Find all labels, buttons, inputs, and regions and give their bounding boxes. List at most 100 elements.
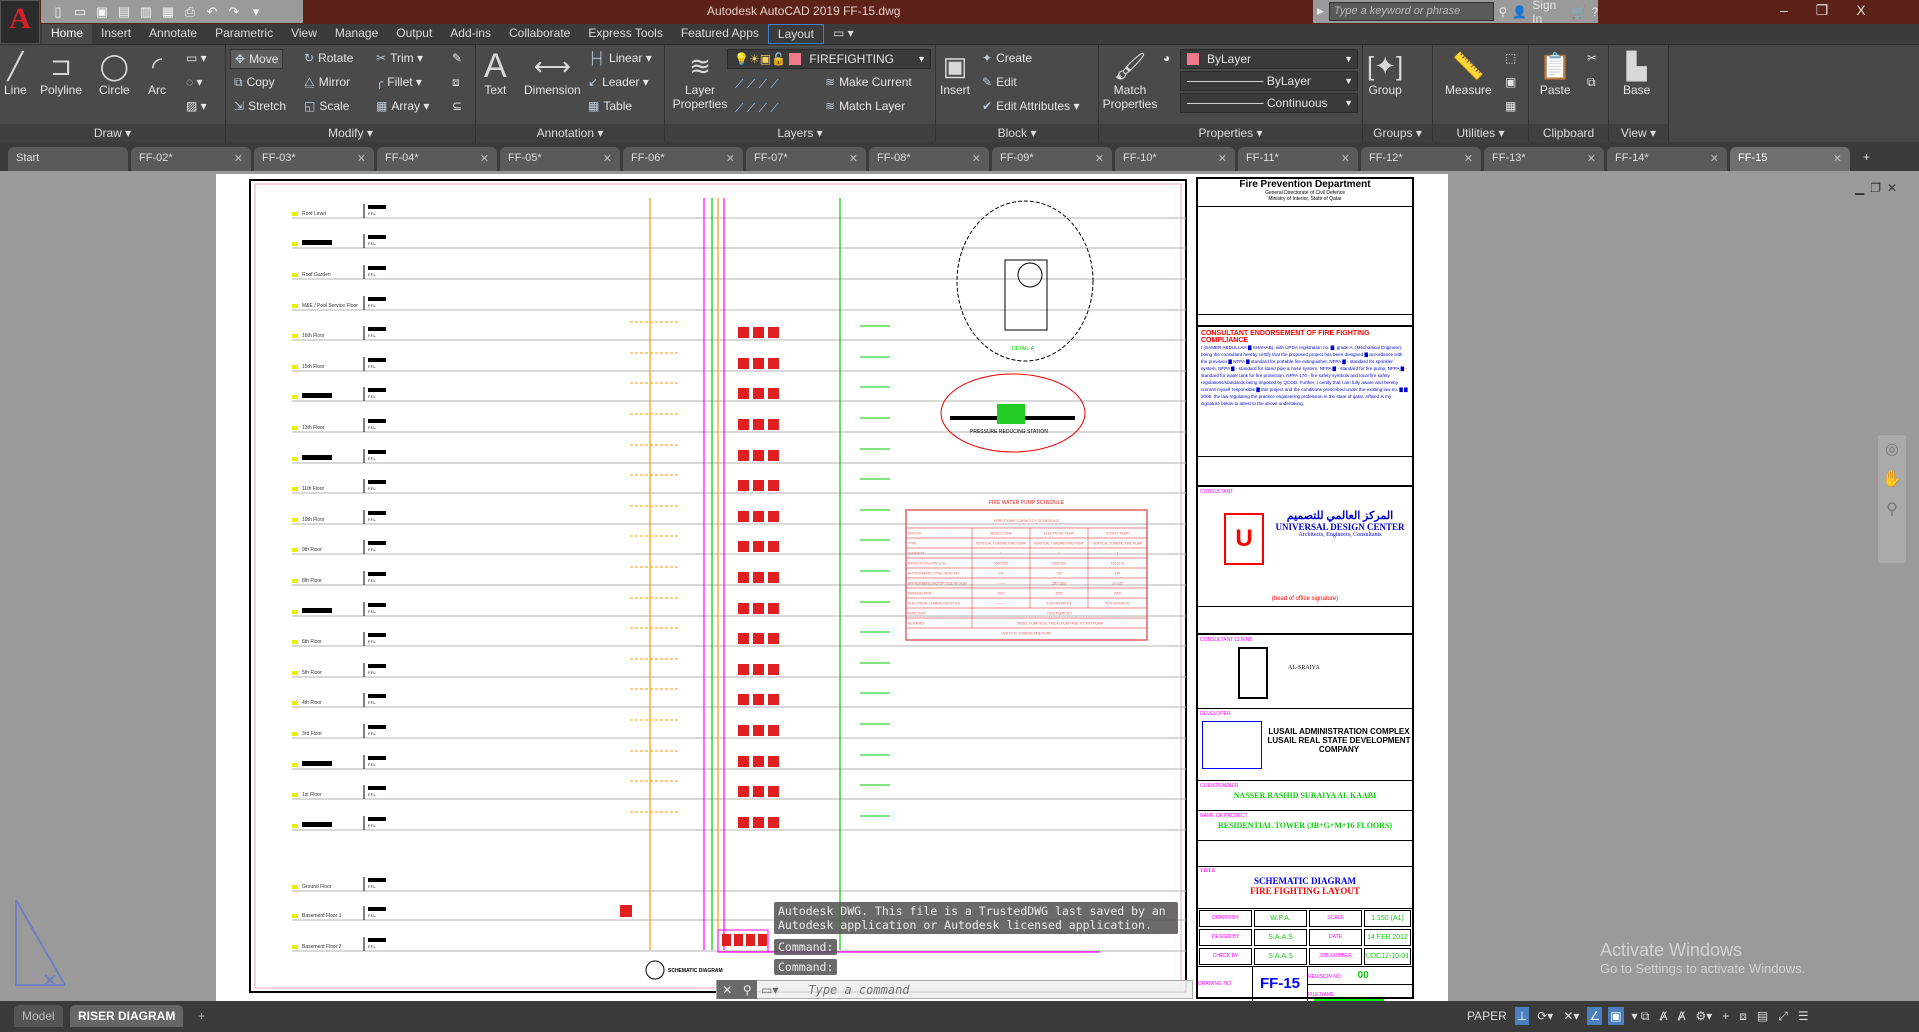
grid-value: 14 FEB 2012 — [1364, 929, 1411, 946]
ffl-label: F.F.L. — [368, 365, 376, 369]
viewport-minimize-button[interactable]: ▁ — [1855, 181, 1864, 195]
grid-label: SCALE — [1309, 910, 1362, 927]
fire-hose-cabinet — [768, 817, 779, 828]
tab-riser-diagram[interactable]: RISER DIAGRAM — [70, 1005, 184, 1027]
grid-value: W.P.A. — [1254, 910, 1307, 927]
floor-label: 11th Floor — [302, 486, 324, 492]
annotation-visibility-icon[interactable]: Ⱥ — [1675, 1007, 1687, 1025]
schedule-cell: DIESEL PUMP — [990, 532, 1013, 536]
title-block: Fire Prevention Department General Direc… — [1196, 177, 1414, 1006]
isolate-icon[interactable]: ⧈ — [1737, 1007, 1749, 1026]
schedule-cell: VERTICAL TURBINE FIRE PUMP — [1092, 542, 1143, 546]
fire-hose-cabinet — [738, 603, 749, 614]
grid-icon[interactable]: ⊥ — [1514, 1007, 1530, 1025]
elevation-value — [368, 633, 386, 637]
fire-hose-cabinet — [753, 511, 764, 522]
command-prompt-icon[interactable]: ▭▾ — [761, 983, 778, 997]
navigation-bar[interactable]: ◎ ✋ ⚲ — [1877, 434, 1907, 564]
customization-menu-icon[interactable]: ☰ — [1796, 1007, 1811, 1025]
elevation-value — [368, 388, 386, 392]
level-marker-icon — [292, 671, 298, 675]
level-marker-icon — [292, 212, 298, 216]
ffl-label: F.F.L. — [368, 579, 376, 583]
tab-model[interactable]: Model — [14, 1005, 63, 1027]
floor-label-redacted — [302, 822, 332, 827]
detail-label: DETAIL-A — [1012, 346, 1035, 352]
schedule-cell: VERTICAL TURBINE FIRE PUMP — [1034, 542, 1085, 546]
level-marker-icon — [292, 763, 298, 767]
schedule-cell: 20 (15) — [1112, 582, 1122, 586]
elevation-value — [368, 572, 386, 576]
fire-hose-cabinet — [753, 327, 764, 338]
elevation-value — [368, 664, 386, 668]
polar-icon[interactable]: ∠ — [1587, 1007, 1603, 1025]
fire-hose-cabinet — [768, 572, 779, 583]
schematic-label: SCHEMATIC DIAGRAM — [668, 968, 723, 974]
floor-label: Ground Floor — [302, 884, 332, 890]
level-marker-icon — [292, 273, 298, 277]
customize-command-icon[interactable]: ⚲ — [743, 983, 752, 997]
schedule-cell: 2950 — [1055, 592, 1063, 596]
elevation-value — [368, 907, 386, 911]
workspace-gear-icon[interactable]: ⚙▾ — [1693, 1007, 1714, 1025]
level-marker-icon — [292, 824, 298, 828]
pan-icon[interactable]: ✋ — [1878, 465, 1906, 495]
grid-value: S.A.A.S — [1254, 948, 1307, 965]
osnap-icon[interactable]: ▣ — [1608, 1007, 1624, 1025]
schedule-cell: 1500 (95) — [1052, 562, 1066, 566]
elevation-value — [368, 511, 386, 515]
udc-logo: U — [1224, 513, 1264, 565]
zoom-icon[interactable]: ⚲ — [1878, 495, 1906, 525]
schedule-cell: TYPE — [908, 542, 917, 546]
ucs-icon — [15, 899, 66, 986]
viewport-controls: ▁ ❐ ✕ — [1855, 181, 1897, 195]
project-name: RESIDENTIAL TOWER (3B+G+M+16 FLOORS) — [1217, 821, 1393, 830]
grid-label: DESIGN BY — [1199, 929, 1252, 946]
drawing-title-2: FIRE FIGHTING LAYOUT — [1250, 886, 1360, 896]
paper-space-toggle[interactable]: PAPER — [1465, 1007, 1509, 1025]
revision-number: 00 — [1357, 970, 1369, 981]
viewport-restore-button[interactable]: ❐ — [1870, 181, 1881, 195]
fire-hose-cabinet — [768, 664, 779, 675]
steering-wheel-icon[interactable]: ◎ — [1878, 435, 1906, 465]
level-marker-icon — [292, 579, 298, 583]
ffl-label: F.F.L. — [368, 732, 376, 736]
client-logo — [1238, 647, 1268, 699]
elevation-value — [368, 694, 386, 698]
floor-label: Basement Floor 2 — [302, 944, 342, 950]
schedule-cell: 1500 (95) — [994, 562, 1008, 566]
viewport-close-button[interactable]: ✕ — [1887, 181, 1897, 195]
fire-hose-cabinet — [768, 419, 779, 430]
status-bar: PAPER ⊥ ⟳▾ ✕▾ ∠ ▣ ▾ ⧉ Ⱥ Ⱥ ⚙▾ + ⧈ ▤ ⤢ ☰ — [1465, 1004, 1811, 1028]
otrack-icon[interactable]: ▾ ⧉ — [1630, 1007, 1652, 1026]
fire-hose-cabinet — [768, 541, 779, 552]
floor-label: 8th Floor — [302, 578, 322, 584]
fire-hose-cabinet — [738, 572, 749, 583]
snap-icon[interactable]: ⟳▾ — [1535, 1007, 1555, 1025]
grid-value: 1:150 (A1) — [1364, 910, 1411, 927]
ffl-label: F.F.L. — [368, 610, 376, 614]
floor-label: Roof Level — [302, 211, 326, 217]
annotation-scale-icon[interactable]: Ⱥ — [1657, 1007, 1669, 1025]
fire-hose-cabinet — [738, 664, 749, 675]
fire-hose-cabinet — [768, 327, 779, 338]
fire-hose-cabinet — [753, 817, 764, 828]
add-layout-button[interactable]: + — [190, 1005, 213, 1027]
hardware-acceleration-icon[interactable]: ▤ — [1755, 1007, 1770, 1025]
grid-label: CHECK BY — [1199, 948, 1252, 965]
fire-pump — [722, 934, 731, 946]
ortho-icon[interactable]: ✕▾ — [1561, 1007, 1581, 1025]
ffl-label: F.F.L. — [368, 426, 376, 430]
plus-icon[interactable]: + — [1720, 1007, 1731, 1025]
fire-hose-cabinet — [738, 450, 749, 461]
company-arabic: المركز العالمي للتصميم — [1286, 510, 1394, 522]
close-command-icon[interactable]: ✕ — [722, 983, 732, 997]
floor-label: 3rd Floor — [302, 731, 322, 737]
command-input[interactable] — [778, 982, 1192, 997]
fire-pump — [734, 934, 743, 946]
fire-hose-cabinet — [768, 694, 779, 705]
fullscreen-icon[interactable]: ⤢ — [1776, 1007, 1790, 1026]
level-marker-icon — [292, 487, 298, 491]
project-label: NAME OF PROJECT — [1200, 813, 1248, 819]
fire-pump — [758, 934, 767, 946]
